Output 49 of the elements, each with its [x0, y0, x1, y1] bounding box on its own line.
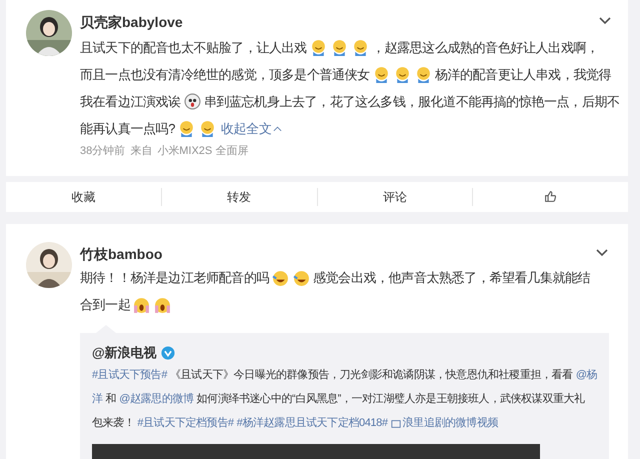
- post-text: 感觉会出戏，他声音太熟悉了，希望看几集就能结: [313, 269, 590, 288]
- emoji-icon: [154, 296, 172, 314]
- action-button[interactable]: 评论: [382, 188, 407, 206]
- post-text: 期待！！杨洋是边江老师配音的吗: [80, 269, 270, 288]
- emoji-icon: [372, 66, 390, 83]
- repost-author[interactable]: @新浪电视: [92, 342, 157, 362]
- emoji-icon: [178, 120, 196, 137]
- link[interactable]: 洋: [92, 391, 103, 408]
- emoji-icon: [414, 66, 432, 83]
- post-text: 包来袭！: [92, 416, 134, 432]
- action-button[interactable]: 收藏: [71, 188, 96, 206]
- post-text: 串到蓝忘机身上去了，花了这么多钱，服化道不能再搞的惊艳一点，后期不: [204, 92, 620, 111]
- emoji-icon: [394, 66, 411, 83]
- emoji-icon: [184, 93, 201, 110]
- emoji-icon: [330, 39, 348, 56]
- emoji-icon: [272, 270, 290, 286]
- link[interactable]: #且试天下预告#: [92, 367, 168, 384]
- user-name[interactable]: 竹枝bamboo: [80, 244, 162, 264]
- emoji-icon: [293, 270, 310, 286]
- link[interactable]: #杨洋赵露思且试天下定档0418#: [236, 415, 388, 432]
- dropdown-icon[interactable]: [595, 248, 610, 258]
- post-text: 合到一起: [80, 296, 130, 314]
- post-text: 我在看边江演戏诶: [80, 92, 181, 111]
- dropdown-icon[interactable]: [598, 16, 612, 26]
- video-link[interactable]: 浪里追剧的微博视频: [390, 415, 498, 432]
- action-button[interactable]: 转发: [227, 188, 252, 206]
- post-text: 和: [106, 392, 116, 408]
- post-time: 38分钟前: [80, 144, 126, 159]
- post-text: 《且试天下》今日曝光的群像预告，刀光剑影和诡谲阴谋，快意恩仇和社稷重担，看看: [170, 368, 573, 384]
- collapse-link[interactable]: 收起全文: [221, 118, 282, 138]
- link[interactable]: #且试天下定档预告#: [137, 415, 234, 432]
- user-name[interactable]: 贝壳家babylove: [80, 12, 183, 33]
- device-name[interactable]: 小米MIX2S 全面屏: [157, 143, 248, 160]
- post-text: 能再认真一点吗?: [80, 120, 176, 138]
- post-text: ，赵露思这么成熟的音色好让人出戏啊，: [372, 38, 599, 57]
- post-text: 且试天下的配音也太不贴脸了，让人出戏: [80, 38, 307, 57]
- video-icon: [390, 418, 401, 428]
- chevron-up-icon: [273, 126, 282, 132]
- post-text: 杨洋的配音更让人串戏，我觉得: [434, 66, 612, 84]
- source-label: 来自: [130, 144, 152, 159]
- emoji-icon: [310, 39, 327, 56]
- post-text: 而且一点也没有清冷绝世的感觉，顶多是个普通侠女: [80, 66, 370, 84]
- emoji-icon: [199, 120, 216, 137]
- post-text: 如何演绎书迷心中的“白风黑息”，一对江湖璧人亦是王朝接班人，武侠权谋双重大礼: [196, 392, 585, 408]
- thumbs-up-icon[interactable]: [544, 190, 558, 203]
- emoji-icon: [133, 296, 150, 314]
- link[interactable]: @赵露思的微博: [119, 391, 194, 408]
- link[interactable]: @杨: [576, 367, 598, 384]
- emoji-icon: [352, 39, 369, 56]
